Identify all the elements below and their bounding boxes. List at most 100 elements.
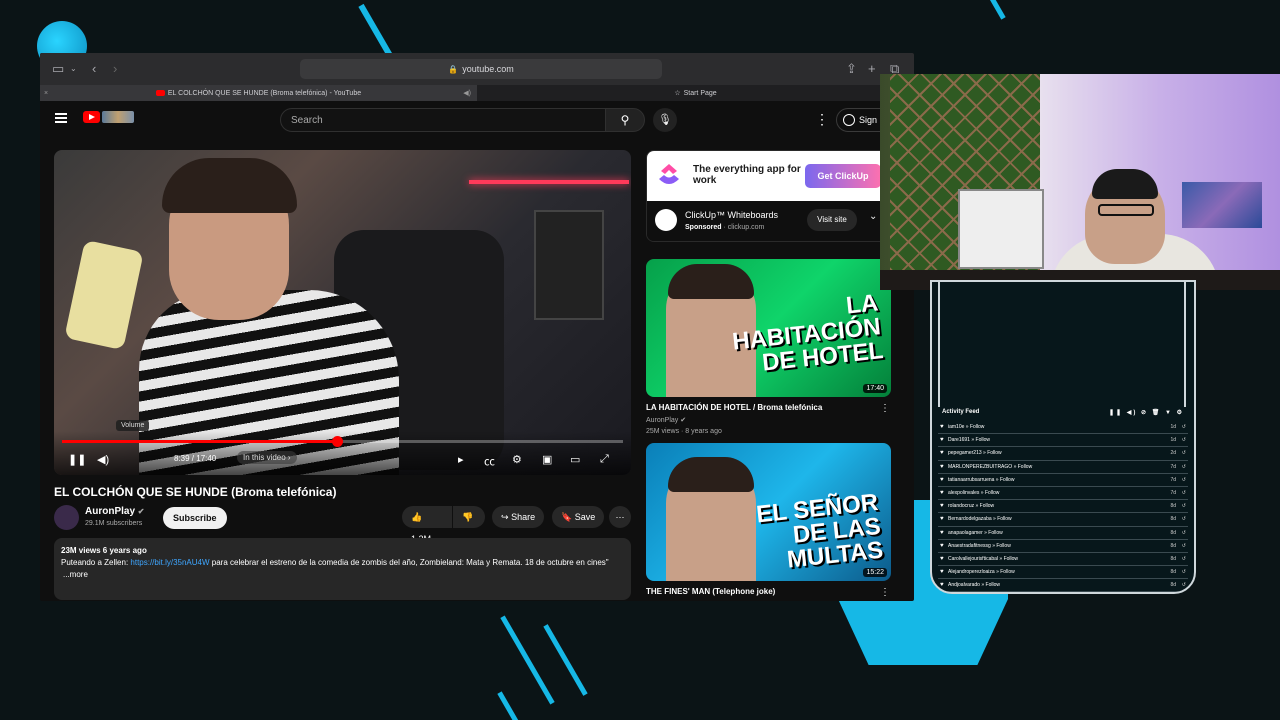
search-button[interactable]: ⚲ — [605, 108, 645, 132]
clickup-logo-icon — [659, 164, 679, 184]
replay-icon[interactable]: ↺ — [1182, 487, 1186, 499]
dislike-button[interactable]: 👎 — [453, 506, 485, 528]
theater-icon[interactable]: ▭ — [570, 453, 580, 466]
share-label: Share — [511, 512, 536, 522]
activity-feed-row[interactable]: ♥ Carolvallejourisfticabal » Follow 8d ↺ — [938, 553, 1188, 567]
time-display: 8:39 / 17:40 — [174, 454, 217, 463]
new-tab-icon[interactable]: + — [868, 61, 876, 76]
voice-search-button[interactable]: 🎙 — [653, 108, 677, 132]
activity-feed-row[interactable]: ♥ Bernardodelgazaba » Follow 8d ↺ — [938, 513, 1188, 527]
save-button[interactable]: 🔖 Save — [552, 506, 605, 528]
heart-icon: ♥ — [940, 516, 944, 523]
progress-bar[interactable] — [62, 436, 623, 447]
ad-headline: The everything app for work — [693, 164, 801, 186]
activity-feed-row[interactable]: ♥ rolandocruz » Follow 8d ↺ — [938, 500, 1188, 514]
menu-icon[interactable] — [55, 113, 67, 123]
activity-feed-row[interactable]: ♥ Alejandroperezloaiza » Follow 8d ↺ — [938, 566, 1188, 580]
back-icon[interactable]: ‹ — [92, 61, 96, 76]
close-icon[interactable]: × — [44, 90, 48, 97]
replay-icon[interactable]: ↺ — [1182, 553, 1186, 565]
activity-feed-row[interactable]: ♥ iam10e » Follow 1d ↺ — [938, 421, 1188, 435]
activity-feed-row[interactable]: ♥ tatianaarrubsarruena » Follow 7d ↺ — [938, 474, 1188, 487]
more-options-icon[interactable]: ⋮ — [815, 111, 829, 128]
activity-text: Anaestradafitnessg » Follow — [948, 542, 1011, 549]
replay-icon[interactable]: ↺ — [1182, 500, 1186, 512]
address-bar[interactable]: 🔒 youtube.com — [300, 59, 662, 79]
more-link[interactable]: ...more — [61, 569, 624, 581]
replay-icon[interactable]: ↺ — [1182, 579, 1186, 591]
activity-text: Alejandroperezloaiza » Follow — [948, 569, 1015, 576]
tab-youtube[interactable]: × EL COLCHÓN QUE SE HUNDE (Broma telefón… — [40, 85, 477, 101]
activity-feed-panel: Activity Feed ❚❚ ◀) ⊘ 🗑 ▼ ⚙ ♥ iam10e » Fo… — [930, 280, 1196, 594]
replay-icon[interactable]: ↺ — [1182, 566, 1186, 578]
activity-age: 8d — [1170, 529, 1176, 536]
activity-feed-row[interactable]: ♥ Dare1691 » Follow 1d ↺ — [938, 434, 1188, 448]
captions-icon[interactable]: ㏄ — [484, 453, 495, 469]
speaker-icon[interactable]: ◀) — [463, 89, 471, 97]
tab-bar: × EL COLCHÓN QUE SE HUNDE (Broma telefón… — [40, 85, 914, 101]
replay-icon[interactable]: ↺ — [1182, 474, 1186, 486]
forward-icon[interactable]: › — [113, 61, 117, 76]
share-icon[interactable]: ⇪ — [846, 61, 857, 77]
activity-age: 2d — [1170, 450, 1176, 457]
activity-feed-row[interactable]: ♥ anapaolagamer » Follow 8d ↺ — [938, 527, 1188, 540]
chevron-down-icon[interactable]: ⌄ — [869, 211, 877, 222]
description-link[interactable]: https://bit.ly/35nAU4W — [130, 558, 209, 567]
channel-avatar[interactable] — [54, 505, 79, 530]
in-this-video-chip[interactable]: In this video › — [237, 451, 297, 464]
decor-stripe — [497, 691, 522, 720]
activity-feed-row[interactable]: ♥ alexpolinvales » Follow 7d ↺ — [938, 487, 1188, 501]
activity-feed-header: Activity Feed ❚❚ ◀) ⊘ 🗑 ▼ ⚙ — [942, 409, 1186, 421]
replay-icon[interactable]: ↺ — [1182, 447, 1186, 459]
tab-start-page[interactable]: ☆ Start Page — [477, 85, 914, 101]
related-video-thumbnail[interactable]: EL SEÑOR DE LAS MULTAS 15:22 — [646, 443, 891, 581]
feed-controls[interactable]: ❚❚ ◀) ⊘ 🗑 ▼ ⚙ — [1109, 409, 1184, 416]
tab-title: EL COLCHÓN QUE SE HUNDE (Broma telefónic… — [167, 89, 362, 97]
search-input[interactable]: Search — [280, 108, 606, 132]
subscribe-button[interactable]: Subscribe — [163, 507, 227, 529]
more-actions-button[interactable]: ⋯ — [609, 506, 631, 528]
activity-feed-row[interactable]: ♥ Anaestradafitnessg » Follow 8d ↺ — [938, 540, 1188, 553]
thumb-hair — [668, 457, 754, 492]
autoplay-icon[interactable]: ▸ — [458, 453, 464, 466]
related-video-title[interactable]: THE FINES' MAN (Telephone joke) — [646, 587, 775, 596]
more-options-icon[interactable]: ⋮ — [880, 587, 890, 598]
visit-site-button[interactable]: Visit site — [807, 209, 857, 231]
tab-title: Start Page — [683, 89, 717, 97]
related-video-thumbnail[interactable]: LA HABITACIÓN DE HOTEL 17:40 — [646, 259, 891, 397]
sponsored-ad[interactable]: The everything app for work Get ClickUp … — [646, 150, 891, 242]
replay-icon[interactable]: ↺ — [1182, 527, 1186, 539]
activity-age: 7d — [1170, 463, 1176, 470]
like-button[interactable]: 👍 1.2M — [402, 506, 452, 544]
activity-feed-row[interactable]: ♥ Andjoalvarado » Follow 8d ↺ — [938, 579, 1188, 592]
related-video-title[interactable]: LA HABITACIÓN DE HOTEL / Broma telefónic… — [646, 403, 822, 412]
sidebar-toggle-icon[interactable]: ▭ — [52, 61, 64, 77]
activity-feed-row[interactable]: ♥ MARLONPEREZBUITRAGO » Follow 7d ↺ — [938, 461, 1188, 474]
chevron-down-icon[interactable]: ⌄ — [70, 64, 77, 73]
channel-name[interactable]: AuronPlay ✔ — [85, 506, 145, 517]
pause-icon[interactable]: ❚❚ — [68, 453, 86, 466]
replay-icon[interactable]: ↺ — [1182, 513, 1186, 525]
video-player[interactable]: Volume ❚❚ ◀) 8:39 / 17:40 In this video … — [54, 150, 631, 475]
more-options-icon[interactable]: ⋮ — [880, 403, 890, 414]
replay-icon[interactable]: ↺ — [1182, 421, 1186, 433]
youtube-logo[interactable] — [83, 111, 134, 123]
heart-icon: ♥ — [940, 542, 944, 549]
get-clickup-button[interactable]: Get ClickUp — [805, 164, 881, 188]
activity-feed-row[interactable]: ♥ pepegamer213 » Follow 2d ↺ — [938, 447, 1188, 461]
replay-icon[interactable]: ↺ — [1182, 461, 1186, 473]
youtube-favicon-icon — [155, 90, 165, 96]
replay-icon[interactable]: ↺ — [1182, 434, 1186, 446]
settings-icon[interactable]: ⚙ — [512, 453, 522, 466]
share-button[interactable]: ↪ Share — [492, 506, 545, 528]
scene-poster — [534, 210, 604, 320]
volume-icon[interactable]: ◀) — [97, 453, 109, 466]
fullscreen-icon[interactable]: ⤢ — [600, 453, 609, 466]
progress-handle[interactable] — [331, 436, 343, 447]
ad-banner[interactable]: The everything app for work Get ClickUp — [647, 151, 890, 201]
miniplayer-icon[interactable]: ▣ — [542, 453, 552, 466]
user-icon — [843, 114, 855, 126]
chip-label: In this video — [243, 453, 286, 462]
replay-icon[interactable]: ↺ — [1182, 540, 1186, 552]
description-box[interactable]: 23M views 6 years ago Puteando a Zellen:… — [54, 538, 631, 600]
